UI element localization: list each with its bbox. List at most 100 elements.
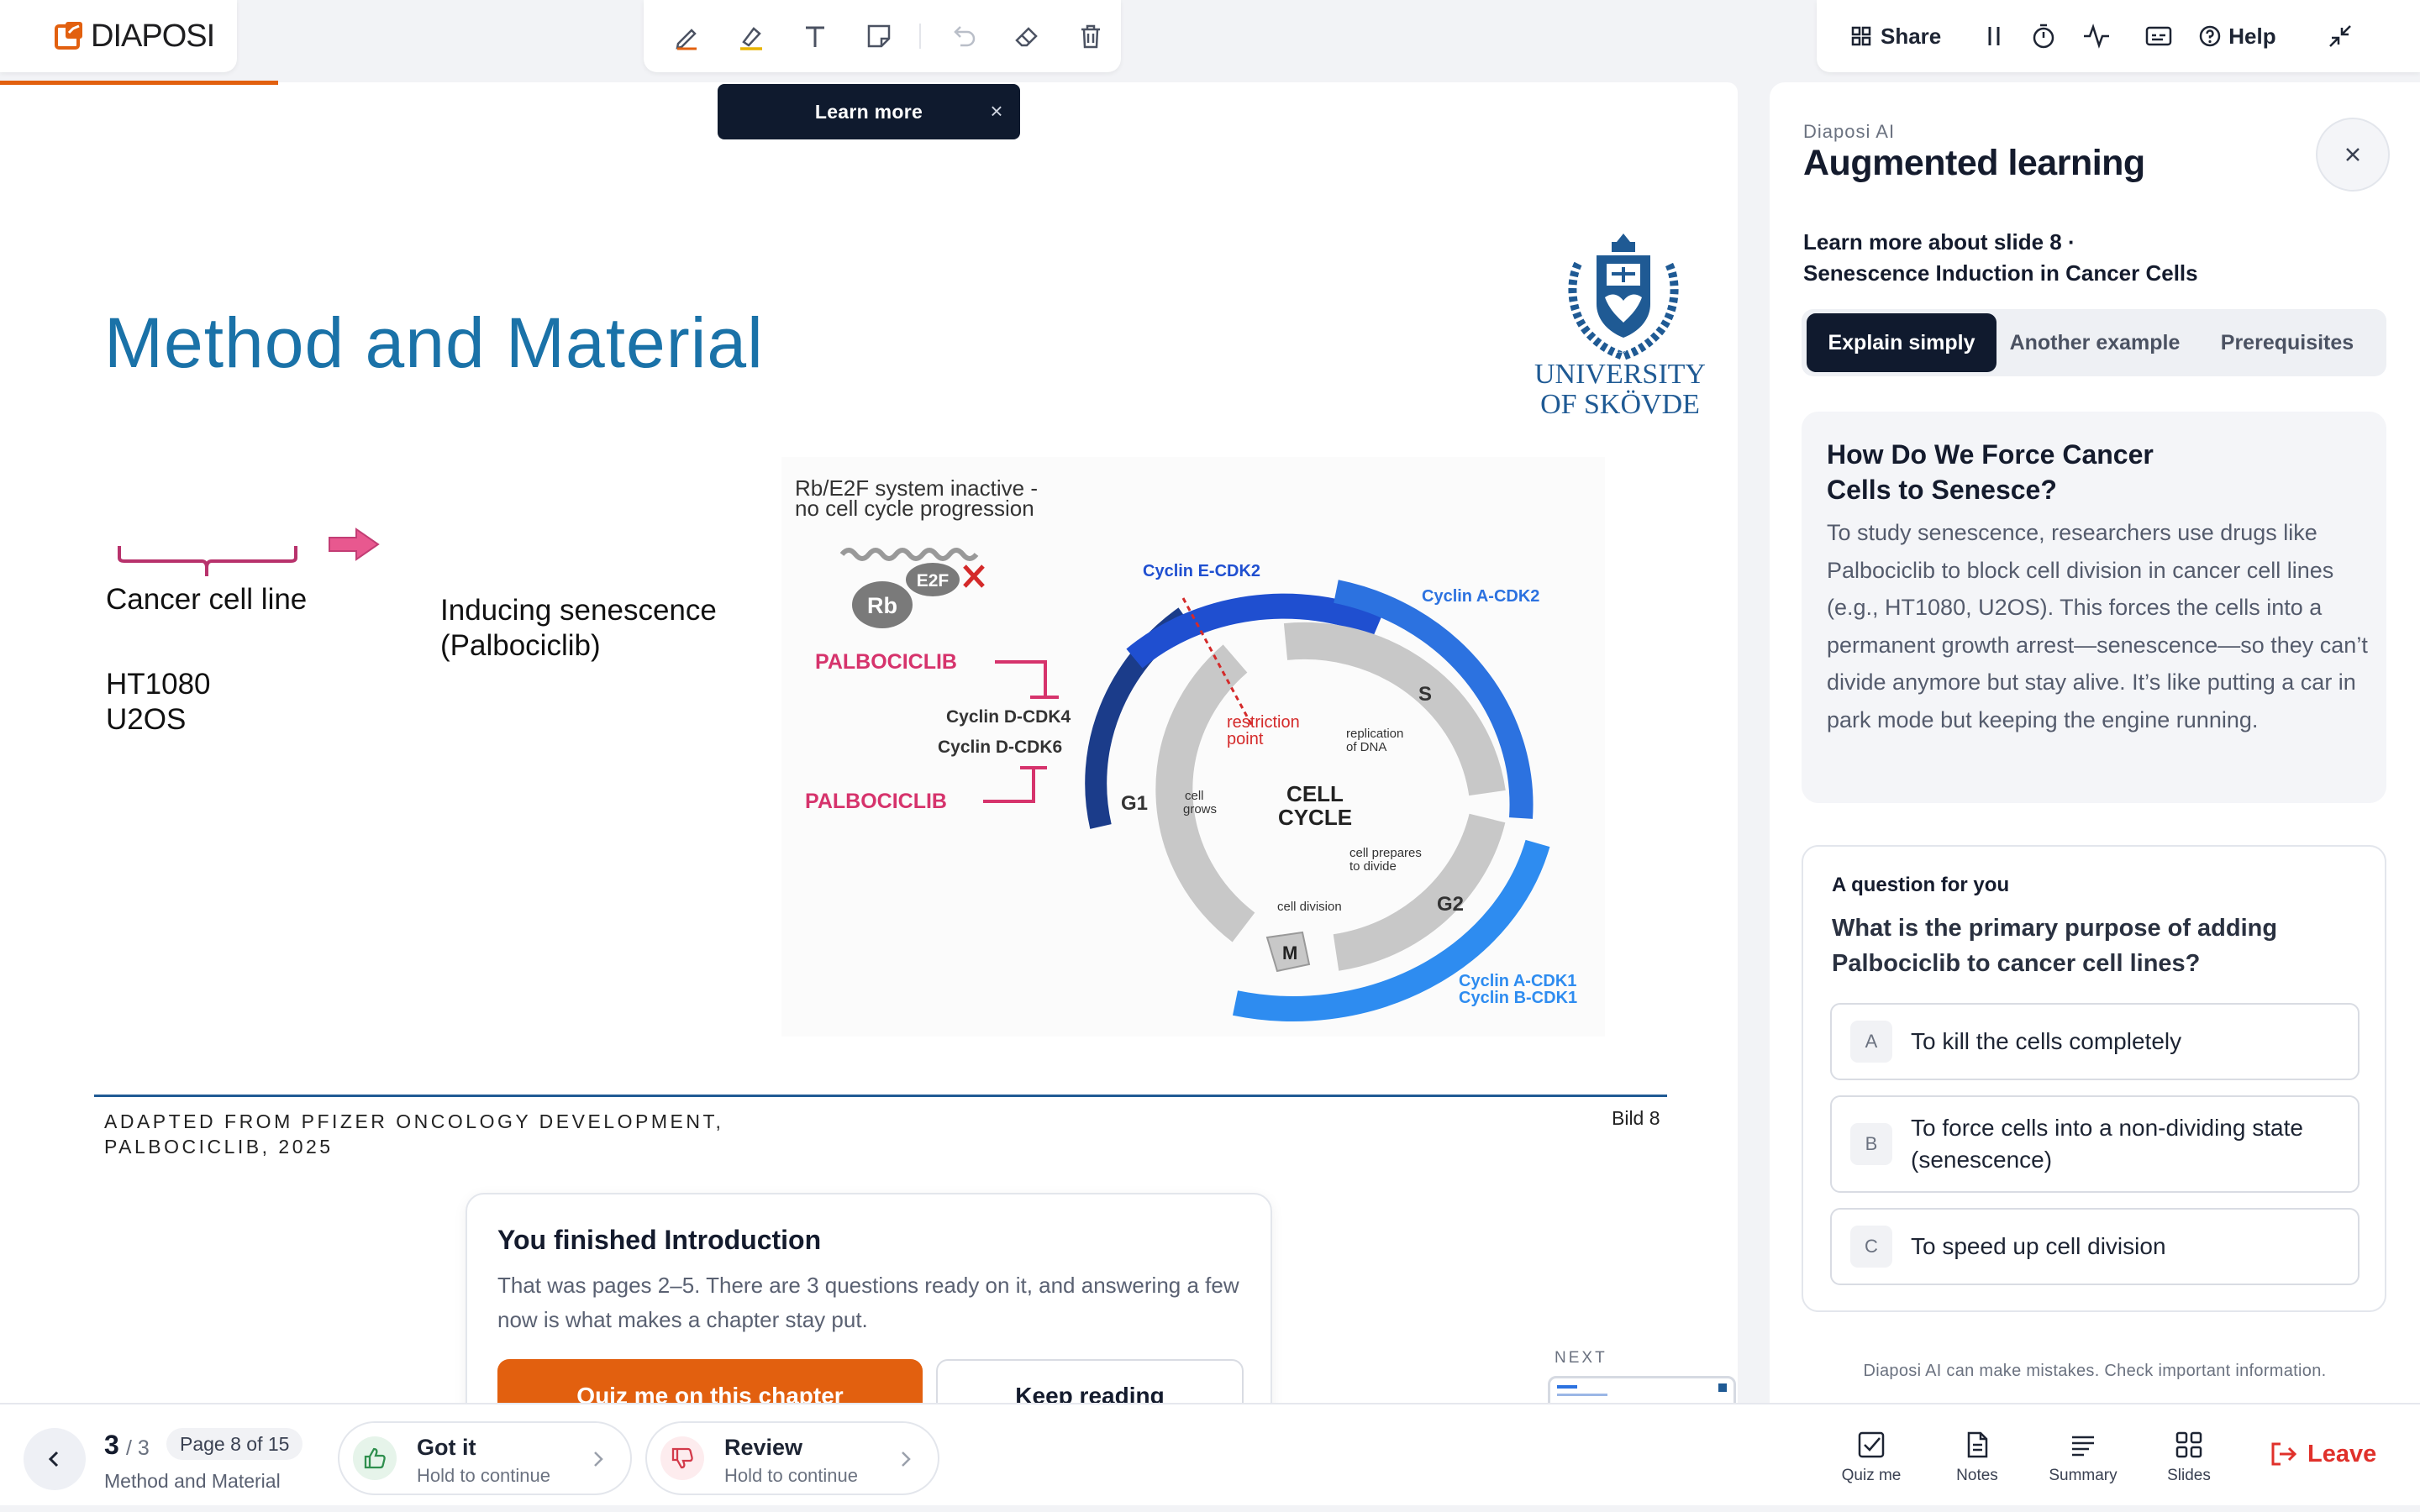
question-kicker: A question for you (1832, 874, 2010, 896)
tab-explain-simply[interactable]: Explain simply (1807, 313, 1996, 372)
rb-label: Rb (867, 593, 897, 618)
trash-icon[interactable] (1072, 18, 1109, 55)
inducing-line1: Inducing senescence (440, 594, 717, 627)
slide-source: ADAPTED FROM PFIZER ONCOLOGY DEVELOPMENT… (104, 1109, 723, 1159)
explanation-title: How Do We Force Cancer Cells to Senesce? (1827, 439, 2154, 505)
replication-label-2: of DNA (1346, 740, 1386, 754)
answer-option-a[interactable]: A To kill the cells completely (1830, 1003, 2360, 1080)
cell-grows-label-1: cell (1185, 789, 1204, 803)
timer-icon[interactable] (2030, 23, 2057, 50)
ai-panel-title: Augmented learning (1803, 143, 2145, 183)
g1-phase-label: G1 (1121, 792, 1148, 815)
option-text: To kill the cells completely (1911, 1028, 2182, 1054)
option-letter: B (1850, 1123, 1892, 1165)
cyclin-d-cdk4-label: Cyclin D-CDK4 (946, 707, 1071, 727)
highlighter-icon[interactable] (733, 18, 770, 55)
sticky-note-icon[interactable] (860, 18, 897, 55)
option-text: To force cells into a non-dividing state… (1911, 1115, 2303, 1173)
ai-disclaimer: Diaposi AI can make mistakes. Check impo… (1863, 1362, 2327, 1380)
explanation-card: How Do We Force Cancer Cells to Senesce?… (1802, 412, 2386, 803)
share-button[interactable]: Share (1850, 24, 1941, 50)
cell-line-list: HT1080 U2OS (106, 667, 211, 738)
arrow-right-icon (329, 528, 380, 561)
explanation-body: To study senescence, researchers use dru… (1827, 520, 2368, 732)
university-name: UNIVERSITY OF SKÖVDE (1521, 360, 1719, 420)
page-indicator: Page 8 of 15 (166, 1428, 303, 1460)
help-button[interactable]: Help (2198, 23, 2276, 50)
explain-mode-tabs: Explain simply Another example Prerequis… (1802, 309, 2386, 376)
option-letter: A (1850, 1021, 1892, 1063)
cyclin-e-cdk2-label: Cyclin E-CDK2 (1143, 562, 1260, 580)
thumbs-up-icon (353, 1436, 397, 1480)
ai-subtitle-line2: Senescence Induction in Cancer Cells (1803, 260, 2198, 286)
close-icon[interactable]: × (985, 98, 1008, 123)
restriction-label-1: restriction (1227, 713, 1300, 732)
review-sub: Hold to continue (724, 1465, 858, 1486)
close-panel-button[interactable] (2316, 118, 2390, 192)
cell-grows-label-2: grows (1183, 802, 1217, 816)
university-line1: UNIVERSITY (1534, 359, 1706, 390)
inhibitor-line-2 (983, 766, 1047, 803)
got-it-sub: Hold to continue (417, 1465, 550, 1486)
help-label: Help (2228, 23, 2276, 49)
ai-panel: Diaposi AI Augmented learning Learn more… (1770, 82, 2420, 1403)
collapse-icon[interactable] (2327, 23, 2354, 50)
answer-option-b[interactable]: B To force cells into a non-dividing sta… (1830, 1095, 2360, 1193)
captions-icon[interactable] (2144, 24, 2173, 49)
bottom-bar: 3 / 3 Page 8 of 15 Method and Material G… (0, 1403, 2420, 1505)
brace-shape (118, 546, 297, 576)
help-icon (2200, 25, 2221, 47)
answer-option-c[interactable]: C To speed up cell division (1830, 1208, 2360, 1285)
top-actions: Share Help (1817, 0, 2420, 72)
next-label: NEXT (1555, 1349, 1607, 1367)
cell-cycle-center-2: CYCLE (1278, 805, 1352, 830)
leave-button[interactable]: Leave (2269, 1440, 2376, 1468)
got-it-title: Got it (417, 1435, 476, 1460)
nav-slides[interactable]: Slides (2143, 1430, 2235, 1485)
cell-line-ht1080: HT1080 (106, 668, 211, 701)
undo-icon[interactable] (944, 18, 981, 55)
e2f-label: E2F (917, 571, 950, 591)
inducing-senescence-label: Inducing senescence (Palbociclib) (440, 593, 717, 664)
close-icon (2346, 148, 2360, 161)
review-button[interactable]: Review Hold to continue (645, 1421, 939, 1495)
share-grid-icon (1851, 26, 1871, 46)
inhibitor-line-1 (995, 660, 1059, 699)
restriction-label-2: point (1227, 730, 1264, 748)
university-crest-logo: 1977 (1568, 234, 1679, 361)
nav-quiz-me[interactable]: Quiz me (1825, 1430, 1918, 1485)
nav-notes-label: Notes (1956, 1467, 1998, 1484)
nav-summary[interactable]: Summary (2037, 1430, 2129, 1485)
ai-subtitle-line1: Learn more about slide 8 · (1803, 229, 2075, 255)
got-it-button[interactable]: Got it Hold to continue (338, 1421, 632, 1495)
m-phase-label: M (1282, 942, 1297, 963)
diagram-header-line2: no cell cycle progression (795, 496, 1034, 521)
nav-slides-label: Slides (2167, 1467, 2211, 1484)
eraser-icon[interactable] (1008, 18, 1045, 55)
review-title: Review (724, 1435, 803, 1460)
text-icon[interactable] (797, 18, 834, 55)
slide-title: Method and Material (104, 303, 764, 382)
reading-progress-fill (0, 81, 278, 85)
cyclin-a-cdk1-label: Cyclin A-CDK1 (1459, 972, 1576, 990)
source-line1: ADAPTED FROM PFIZER ONCOLOGY DEVELOPMENT… (104, 1110, 724, 1132)
tab-another-example[interactable]: Another example (1996, 313, 2193, 372)
drawing-toolbar (644, 0, 1121, 72)
pen-icon[interactable] (669, 18, 706, 55)
previous-button[interactable] (24, 1428, 86, 1490)
option-text: To speed up cell division (1911, 1233, 2166, 1259)
nav-notes[interactable]: Notes (1931, 1430, 2023, 1485)
chapter-current: 3 (104, 1430, 119, 1460)
nav-quiz-label: Quiz me (1841, 1467, 1902, 1484)
tab-prerequisites[interactable]: Prerequisites (2193, 313, 2381, 372)
option-letter: C (1850, 1226, 1892, 1268)
cell-division-label: cell division (1277, 900, 1342, 914)
university-line2: OF SKÖVDE (1540, 389, 1700, 420)
pause-icon[interactable] (1983, 24, 2005, 49)
activity-icon[interactable] (2082, 24, 2111, 49)
slide-number-label: Bild 8 (1612, 1107, 1660, 1129)
learn-more-tooltip[interactable]: Learn more × (718, 84, 1020, 139)
checkbox-icon (1858, 1431, 1885, 1458)
share-label: Share (1881, 23, 1942, 49)
app-logo[interactable]: DIAPOSI (0, 0, 237, 72)
